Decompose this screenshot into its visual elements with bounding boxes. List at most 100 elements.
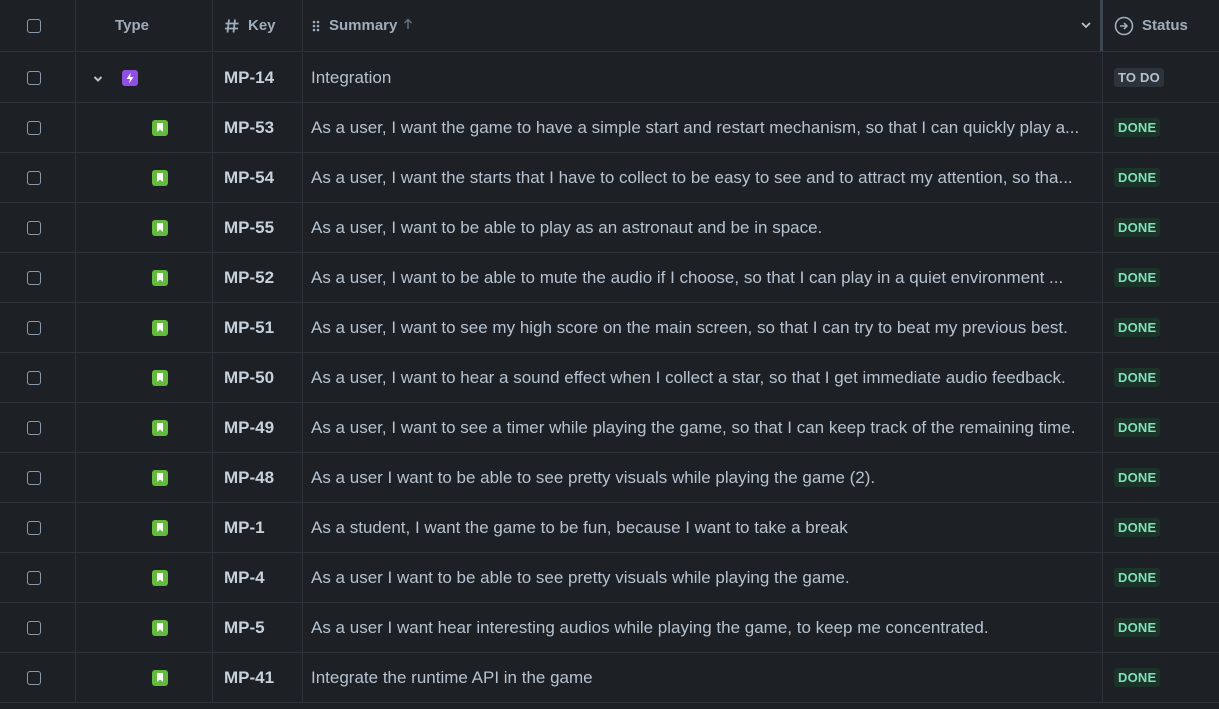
issue-key-link[interactable]: MP-51: [224, 318, 274, 338]
type-cell: [76, 253, 213, 302]
issue-key-link[interactable]: MP-49: [224, 418, 274, 438]
summary-cell[interactable]: As a user, I want to see my high score o…: [303, 303, 1103, 352]
issue-summary[interactable]: As a user I want to be able to see prett…: [311, 568, 850, 588]
table-row[interactable]: MP-51 As a user, I want to see my high sc…: [0, 303, 1219, 353]
summary-cell[interactable]: As a user, I want the starts that I have…: [303, 153, 1103, 202]
table-row[interactable]: MP-53 As a user, I want the game to have …: [0, 103, 1219, 153]
status-badge[interactable]: DONE: [1114, 318, 1161, 337]
table-row[interactable]: MP-48 As a user I want to be able to see …: [0, 453, 1219, 503]
column-summary[interactable]: Summary: [303, 0, 1103, 51]
row-checkbox[interactable]: [26, 620, 41, 635]
table-row[interactable]: MP-49 As a user, I want to see a timer wh…: [0, 403, 1219, 453]
summary-cell[interactable]: Integration: [303, 53, 1103, 102]
table-row[interactable]: MP-5 As a user I want hear interesting au…: [0, 603, 1219, 653]
issue-summary[interactable]: As a user, I want to see my high score o…: [311, 318, 1068, 338]
row-checkbox[interactable]: [26, 370, 41, 385]
issue-key-link[interactable]: MP-14: [224, 68, 274, 88]
issue-key-link[interactable]: MP-55: [224, 218, 274, 238]
issue-key-link[interactable]: MP-4: [224, 568, 265, 588]
issue-key-link[interactable]: MP-5: [224, 618, 265, 638]
row-checkbox[interactable]: [26, 320, 41, 335]
table-row[interactable]: MP-14 Integration TO DO: [0, 53, 1219, 103]
status-badge[interactable]: DONE: [1114, 518, 1161, 537]
status-badge[interactable]: DONE: [1114, 618, 1161, 637]
row-checkbox[interactable]: [26, 520, 41, 535]
issue-key-link[interactable]: MP-48: [224, 468, 274, 488]
table-row[interactable]: MP-55 As a user, I want to be able to pla…: [0, 203, 1219, 253]
table-row[interactable]: MP-1 As a student, I want the game to be …: [0, 503, 1219, 553]
status-badge[interactable]: DONE: [1114, 218, 1161, 237]
sort-ascending-icon[interactable]: [403, 18, 413, 33]
status-badge[interactable]: DONE: [1114, 468, 1161, 487]
issue-key-link[interactable]: MP-1: [224, 518, 265, 538]
type-cell: [76, 203, 213, 252]
status-badge[interactable]: DONE: [1114, 368, 1161, 387]
issue-summary[interactable]: Integration: [311, 68, 391, 88]
row-checkbox[interactable]: [26, 220, 41, 235]
row-checkbox[interactable]: [26, 470, 41, 485]
status-cell: DONE: [1103, 153, 1219, 202]
status-cell: DONE: [1103, 203, 1219, 252]
status-badge[interactable]: DONE: [1114, 568, 1161, 587]
issue-summary[interactable]: As a user I want to be able to see prett…: [311, 468, 875, 488]
summary-cell[interactable]: As a user, I want the game to have a sim…: [303, 103, 1103, 152]
row-checkbox[interactable]: [26, 670, 41, 685]
column-key-label: Key: [248, 17, 276, 34]
row-checkbox-cell: [0, 453, 76, 502]
status-badge[interactable]: TO DO: [1114, 68, 1164, 87]
row-checkbox[interactable]: [26, 270, 41, 285]
issue-summary[interactable]: As a user I want hear interesting audios…: [311, 618, 989, 638]
select-all-checkbox[interactable]: [26, 18, 41, 33]
issue-summary[interactable]: As a user, I want the game to have a sim…: [311, 118, 1079, 138]
issue-summary[interactable]: As a user, I want to see a timer while p…: [311, 418, 1075, 438]
summary-cell[interactable]: As a user I want to be able to see prett…: [303, 553, 1103, 602]
status-badge[interactable]: DONE: [1114, 168, 1161, 187]
issue-key-link[interactable]: MP-50: [224, 368, 274, 388]
issue-key-link[interactable]: MP-41: [224, 668, 274, 688]
table-row[interactable]: MP-50 As a user, I want to hear a sound e…: [0, 353, 1219, 403]
status-badge[interactable]: DONE: [1114, 418, 1161, 437]
issue-summary[interactable]: As a user, I want to be able to mute the…: [311, 268, 1063, 288]
issue-key-link[interactable]: MP-54: [224, 168, 274, 188]
table-row[interactable]: MP-54 As a user, I want the starts that I…: [0, 153, 1219, 203]
key-cell: MP-5: [213, 603, 303, 652]
key-cell: MP-53: [213, 103, 303, 152]
status-badge[interactable]: DONE: [1114, 268, 1161, 287]
row-checkbox[interactable]: [26, 120, 41, 135]
chevron-down-icon[interactable]: [92, 72, 104, 90]
story-icon: [152, 119, 168, 136]
summary-cell[interactable]: As a user, I want to be able to mute the…: [303, 253, 1103, 302]
row-checkbox[interactable]: [26, 70, 41, 85]
row-checkbox[interactable]: [26, 420, 41, 435]
story-icon: [152, 169, 168, 186]
summary-cell[interactable]: As a user, I want to be able to play as …: [303, 203, 1103, 252]
summary-cell[interactable]: As a student, I want the game to be fun,…: [303, 503, 1103, 552]
summary-cell[interactable]: As a user I want to be able to see prett…: [303, 453, 1103, 502]
row-checkbox-cell: [0, 553, 76, 602]
issue-summary[interactable]: As a user, I want the starts that I have…: [311, 168, 1073, 188]
row-checkbox[interactable]: [26, 170, 41, 185]
table-row[interactable]: MP-52 As a user, I want to be able to mut…: [0, 253, 1219, 303]
issue-summary[interactable]: As a student, I want the game to be fun,…: [311, 518, 848, 538]
table-row[interactable]: MP-4 As a user I want to be able to see p…: [0, 553, 1219, 603]
issue-key-link[interactable]: MP-52: [224, 268, 274, 288]
status-badge[interactable]: DONE: [1114, 668, 1161, 687]
summary-cell[interactable]: Integrate the runtime API in the game: [303, 653, 1103, 702]
column-type[interactable]: Type: [76, 0, 213, 51]
issue-summary[interactable]: As a user, I want to hear a sound effect…: [311, 368, 1066, 388]
issue-summary[interactable]: Integrate the runtime API in the game: [311, 668, 593, 688]
status-badge[interactable]: DONE: [1114, 118, 1161, 137]
issue-summary[interactable]: As a user, I want to be able to play as …: [311, 218, 822, 238]
column-key[interactable]: Key: [213, 0, 303, 51]
column-status[interactable]: Status: [1103, 0, 1219, 51]
summary-cell[interactable]: As a user, I want to see a timer while p…: [303, 403, 1103, 452]
row-checkbox[interactable]: [26, 570, 41, 585]
issue-key-link[interactable]: MP-53: [224, 118, 274, 138]
table-row[interactable]: MP-41 Integrate the runtime API in the ga…: [0, 653, 1219, 703]
chevron-down-icon[interactable]: [1080, 18, 1092, 36]
summary-cell[interactable]: As a user, I want to hear a sound effect…: [303, 353, 1103, 402]
summary-cell[interactable]: As a user I want hear interesting audios…: [303, 603, 1103, 652]
row-checkbox-cell: [0, 403, 76, 452]
issue-table: Type Key Summary Status MP-14 Integratio…: [0, 0, 1219, 709]
drag-handle-icon[interactable]: [311, 19, 321, 33]
